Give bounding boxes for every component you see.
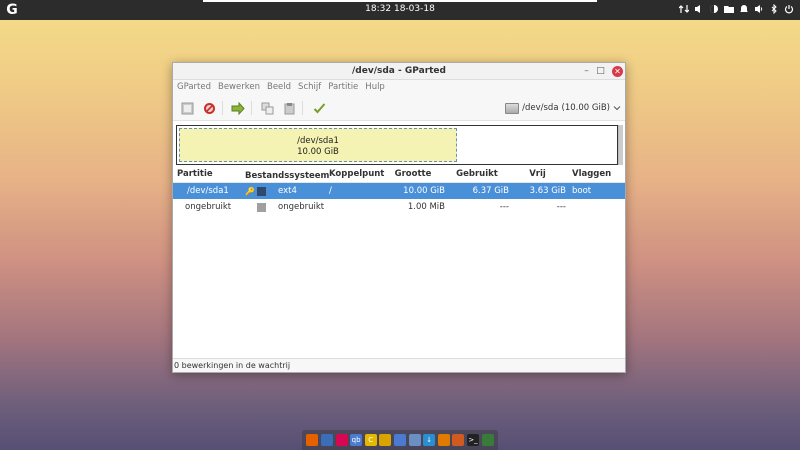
checkmark-icon (313, 102, 325, 113)
device-size: (10.00 GiB) (561, 103, 610, 113)
menu-bar: GParted Bewerken Beeld Schijf Partitie H… (173, 80, 625, 95)
folder-icon[interactable] (723, 3, 734, 15)
toolbar: /dev/sda (10.00 GiB) (173, 95, 625, 121)
partition-graph: /dev/sda1 10.00 GiB (176, 125, 618, 165)
top-panel: G 18:32 18-03-18 (0, 0, 800, 20)
notification-icon[interactable] (738, 3, 749, 15)
column-koppelpunt[interactable]: Koppelpunt (327, 169, 384, 182)
column-grootte[interactable]: Grootte (381, 169, 445, 182)
speaker-icon[interactable] (753, 3, 764, 15)
filesystem-color-swatch (257, 186, 266, 196)
vlc-icon[interactable] (437, 434, 450, 446)
window-title: /dev/sda - GParted (352, 66, 446, 76)
table-row[interactable]: ongebruikt ongebruikt 1.00 MiB --- --- (173, 199, 625, 215)
screen-notch (203, 0, 597, 2)
gparted-window: /dev/sda - GParted – □ ✕ GParted Bewerke… (172, 62, 626, 373)
close-button[interactable]: ✕ (612, 66, 623, 77)
maximize-button[interactable]: □ (595, 66, 606, 77)
menu-bewerken[interactable]: Bewerken (218, 80, 264, 95)
cell-filesystem: ongebruikt (245, 202, 327, 212)
menu-gparted[interactable]: GParted (177, 80, 215, 95)
cell-partition: /dev/sda1 (187, 186, 229, 196)
paste-icon (284, 102, 294, 114)
cell-partition: ongebruikt (185, 202, 232, 212)
delete-icon (203, 102, 215, 114)
menu-hulp[interactable]: Hulp (365, 80, 389, 95)
bluetooth-icon[interactable] (768, 3, 779, 15)
new-partition-button[interactable] (180, 101, 194, 115)
partition-list: Partitie Bestandssysteem Koppelpunt Groo… (173, 169, 625, 359)
column-gebruikt[interactable]: Gebruikt (445, 169, 509, 182)
graph-partition-name: /dev/sda1 (297, 136, 339, 146)
hard-disk-icon (505, 102, 520, 114)
settings-icon[interactable] (452, 434, 465, 446)
calculator-icon[interactable] (393, 434, 406, 446)
resize-move-button[interactable] (231, 101, 245, 115)
copy-icon (261, 102, 273, 114)
table-row[interactable]: /dev/sda1 🔑 ext4 / 10.00 GiB 6.37 GiB 3.… (173, 183, 625, 199)
menu-beeld[interactable]: Beeld (267, 80, 295, 95)
delete-partition-button[interactable] (202, 101, 216, 115)
firefox-icon[interactable] (306, 434, 319, 446)
device-selector[interactable]: /dev/sda (10.00 GiB) (505, 99, 621, 117)
key-icon: 🔑 (245, 186, 255, 196)
cell-size: 1.00 MiB (407, 202, 445, 212)
debian-icon[interactable] (335, 434, 348, 446)
toolbar-separator (251, 101, 252, 115)
network-icon[interactable] (678, 3, 689, 15)
files-icon[interactable] (408, 434, 421, 446)
filesystem-color-swatch (257, 202, 266, 212)
thunderbird-icon[interactable] (320, 434, 333, 446)
column-partitie[interactable]: Partitie (173, 169, 245, 182)
copy-button[interactable] (260, 101, 274, 115)
power-icon[interactable] (783, 3, 794, 15)
cell-filesystem: 🔑 ext4 (245, 186, 327, 196)
volume-icon[interactable] (693, 3, 704, 15)
filesystem-label: ongebruikt (278, 202, 325, 212)
cell-used: --- (499, 202, 509, 212)
cell-used: 6.37 GiB (472, 186, 509, 196)
menu-partitie[interactable]: Partitie (328, 80, 362, 95)
minimize-button[interactable]: – (581, 66, 592, 77)
arrow-right-icon (231, 101, 245, 115)
dock: qb C ↓ >_ (302, 430, 498, 450)
window-titlebar[interactable]: /dev/sda - GParted – □ ✕ (173, 63, 625, 80)
cell-mountpoint: / (329, 186, 332, 196)
downloader-icon[interactable]: ↓ (423, 434, 436, 446)
cell-free: 3.63 GiB (529, 186, 566, 196)
system-tray[interactable] (678, 3, 794, 15)
graph-partition-sda1[interactable]: /dev/sda1 10.00 GiB (179, 128, 457, 162)
device-label: /dev/sda (522, 103, 559, 113)
qr-app-icon[interactable] (379, 434, 392, 446)
cell-free: --- (556, 202, 566, 212)
column-bestandssysteem[interactable]: Bestandssysteem (245, 169, 329, 182)
column-vrij[interactable]: Vrij (509, 169, 566, 182)
menu-schijf[interactable]: Schijf (298, 80, 325, 95)
toolbar-separator (222, 101, 223, 115)
gparted-icon[interactable] (481, 434, 494, 446)
column-vlaggen[interactable]: Vlaggen (566, 169, 621, 182)
status-bar: 0 bewerkingen in de wachtrij (173, 358, 625, 372)
apply-button[interactable] (312, 101, 326, 115)
ccleaner-icon[interactable]: C (364, 434, 377, 446)
night-light-icon[interactable] (708, 3, 719, 15)
toolbar-separator (302, 101, 303, 115)
cell-size: 10.00 GiB (403, 186, 445, 196)
graph-scrollbar[interactable] (618, 125, 623, 165)
new-partition-icon (181, 102, 193, 114)
graph-partition-size: 10.00 GiB (297, 147, 339, 157)
list-header: Partitie Bestandssysteem Koppelpunt Groo… (173, 169, 625, 183)
cell-flags: boot (572, 186, 592, 196)
chevron-down-icon (613, 106, 621, 111)
qbittorrent-icon[interactable]: qb (350, 434, 363, 446)
terminal-icon[interactable]: >_ (467, 434, 479, 446)
paste-button[interactable] (282, 101, 296, 115)
filesystem-label: ext4 (278, 186, 297, 196)
